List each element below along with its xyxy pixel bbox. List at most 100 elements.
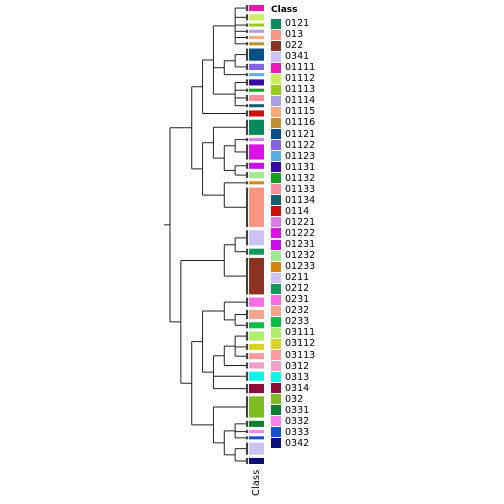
legend-label: 01233 (285, 261, 316, 273)
legend-item: 01133 (271, 184, 315, 195)
legend-label: 01121 (285, 128, 316, 140)
legend-item: 01132 (271, 173, 315, 184)
legend-item: 01121 (271, 129, 315, 140)
class-cell-01221 (249, 138, 264, 142)
legend-item: 01113 (271, 84, 315, 95)
legend-item: 0231 (271, 294, 309, 305)
legend-item: 032 (271, 394, 303, 405)
legend-item: 0313 (271, 372, 309, 383)
legend-item: 01114 (271, 95, 315, 106)
legend-swatch (271, 438, 281, 449)
class-cell-01233 (249, 181, 264, 185)
legend-label: 03113 (285, 349, 316, 361)
legend-label: 01122 (285, 139, 316, 151)
legend-item: 01112 (271, 73, 315, 84)
legend-swatch (271, 239, 281, 250)
legend-item: 0312 (271, 361, 309, 372)
legend-label: 01132 (285, 172, 316, 184)
class-cell-013 (249, 187, 264, 228)
class-cell-0114 (249, 110, 264, 117)
class-cell-01112 (249, 14, 264, 21)
legend-label: 032 (285, 393, 304, 405)
legend-swatch (271, 206, 281, 217)
legend-label: 01123 (285, 150, 316, 162)
legend-label: 0211 (285, 272, 310, 284)
class-cell-032 (249, 396, 264, 418)
class-cell-022 (249, 257, 264, 295)
class-cell-03111 (249, 331, 264, 341)
legend-swatch (271, 184, 281, 195)
legend-label: 01133 (285, 183, 316, 195)
legend-swatch (271, 129, 281, 139)
legend-swatch (271, 294, 281, 305)
legend-item: 0314 (271, 383, 309, 394)
class-cell-03113 (249, 353, 264, 360)
legend-label: 0341 (285, 51, 310, 63)
legend-label: 0114 (285, 205, 310, 217)
class-cell-0342 (249, 457, 264, 464)
class-cell-03112 (249, 343, 264, 350)
legend-label: 01134 (285, 194, 316, 206)
legend-title: Class (271, 5, 298, 15)
legend-swatch (271, 173, 281, 184)
class-cell-01134 (249, 104, 264, 108)
legend-item: 01231 (271, 239, 315, 250)
class-cell-01123 (249, 73, 264, 77)
legend-label: 0233 (285, 316, 310, 328)
legend-swatch (271, 151, 281, 162)
class-cell-0332 (249, 430, 264, 434)
legend-item: 0333 (271, 427, 309, 438)
row-dendrogram (164, 7, 246, 462)
legend-label: 01131 (285, 161, 316, 173)
legend-item: 01134 (271, 195, 315, 206)
heatmap-plot (164, 5, 264, 464)
legend-swatch (271, 228, 281, 239)
legend-swatch (271, 394, 281, 405)
legend-label: 01113 (285, 84, 316, 96)
legend-swatch (271, 261, 281, 272)
legend-swatch (271, 327, 281, 338)
legend-item: 0121 (271, 18, 309, 29)
legend-label: 0232 (285, 305, 310, 317)
class-cell-01121 (249, 48, 264, 61)
legend-swatch (271, 272, 281, 283)
legend-swatch (271, 305, 281, 316)
legend-label: 01231 (285, 239, 316, 250)
legend-swatch (271, 316, 281, 327)
legend-swatch (271, 51, 281, 62)
legend-label: 0331 (285, 404, 310, 416)
class-cell-01232 (249, 172, 264, 179)
legend-item: 0211 (271, 272, 309, 283)
legend-label: 01221 (285, 216, 316, 228)
class-cell-01113 (249, 23, 264, 27)
legend-item: 01222 (271, 228, 315, 239)
legend-swatch (271, 361, 281, 372)
class-cell-01222 (249, 144, 264, 160)
class-cell-0312 (249, 362, 264, 369)
class-cell-01122 (249, 63, 264, 70)
class-cell-01114 (249, 29, 264, 33)
legend-item: 0341 (271, 51, 309, 62)
class-cell-01132 (249, 88, 264, 92)
legend-item: 01111 (271, 62, 315, 73)
legend-label: 01111 (285, 62, 316, 74)
legend-swatch (271, 217, 281, 228)
legend-swatch (271, 40, 281, 51)
class-cell-01111 (249, 5, 264, 12)
legend-swatch (271, 18, 281, 29)
legend-label: 0342 (285, 437, 310, 449)
class-cell-0313 (249, 371, 264, 381)
legend-label: 0332 (285, 415, 310, 427)
legend-item: 01232 (271, 250, 315, 261)
legend-item: 01115 (271, 106, 315, 117)
legend-item: 03111 (271, 327, 315, 338)
legend-swatch (271, 250, 281, 261)
legend-label: 01115 (285, 106, 316, 118)
class-cell-01231 (249, 162, 264, 169)
legend-swatch (271, 427, 281, 438)
legend-swatch (271, 29, 281, 40)
legend-item: 01131 (271, 162, 315, 173)
legend-swatch (271, 283, 281, 294)
legend-label: 01222 (285, 227, 316, 239)
legend-item: 022 (271, 40, 303, 51)
